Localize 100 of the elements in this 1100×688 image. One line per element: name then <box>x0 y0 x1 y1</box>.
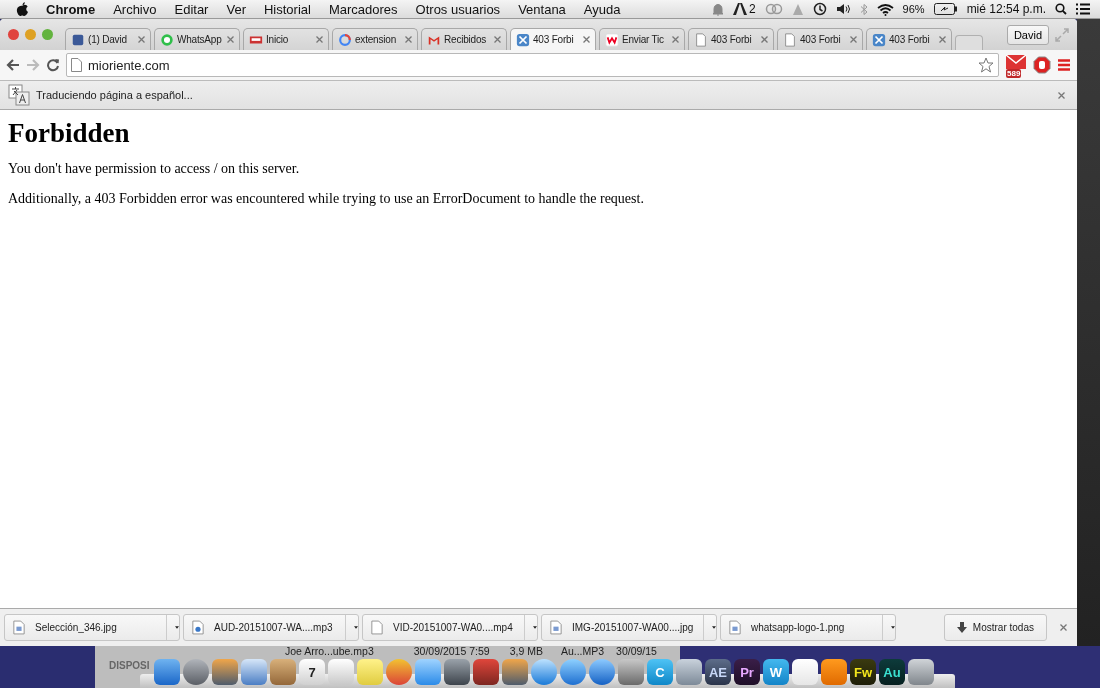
download-item[interactable]: whatsapp-logo-1.png <box>720 614 896 641</box>
caret-icon[interactable] <box>354 626 358 629</box>
error-message: Additionally, a 403 Forbidden error was encountered while trying to use an ErrorDocument to handle the request. <box>8 191 645 207</box>
file-row-cell: 30/09/15 <box>616 645 657 657</box>
clock[interactable]: mié 12:54 p.m. <box>966 2 1046 16</box>
caret-icon[interactable] <box>175 626 179 629</box>
profile-button[interactable]: David <box>1006 24 1049 45</box>
dock-app-icon[interactable] <box>676 659 702 685</box>
favicon-icon <box>71 32 85 47</box>
caret-icon[interactable] <box>891 626 895 629</box>
browser-tab[interactable]: 403 Forbi <box>866 28 952 50</box>
menu-item[interactable]: Otros usuarios <box>406 1 510 17</box>
translate-status: Traduciendo página a español... <box>36 89 193 101</box>
caret-icon[interactable] <box>712 626 716 629</box>
menu-item[interactable]: Archivo <box>104 1 166 17</box>
browser-tab[interactable]: 403 Forbi <box>688 28 774 50</box>
file-icon <box>13 620 25 635</box>
menu-item[interactable]: Chrome <box>37 1 105 17</box>
close-tab-icon[interactable] <box>583 36 590 43</box>
favicon-icon <box>872 32 886 47</box>
browser-tab[interactable]: Recibidos <box>421 28 507 50</box>
browser-tab[interactable]: 403 Forbi <box>777 28 863 50</box>
volume-icon[interactable] <box>835 3 851 15</box>
menu-item[interactable]: Ayuda <box>574 1 630 17</box>
zoom-window-button[interactable] <box>42 29 53 40</box>
close-tab-icon[interactable] <box>494 36 501 43</box>
dock-app-icon[interactable]: Fw <box>850 659 876 685</box>
dock-app-icon[interactable] <box>444 659 470 685</box>
minimize-window-button[interactable] <box>25 29 36 40</box>
browser-tab[interactable]: Enviar Tic <box>599 28 685 50</box>
close-tab-icon[interactable] <box>316 36 323 43</box>
download-item[interactable]: Selección_346.jpg <box>4 614 180 641</box>
stop-hand-icon[interactable] <box>1033 56 1051 74</box>
menu-item[interactable]: Editar <box>165 1 218 17</box>
file-row-cell: 3,9 MB <box>509 645 543 657</box>
download-item[interactable]: VID-20151007-WA0....mp4 <box>362 614 538 641</box>
dock-app-icon[interactable] <box>241 659 267 685</box>
close-tab-icon[interactable] <box>850 36 857 43</box>
favicon-icon <box>338 32 352 47</box>
browser-tab[interactable]: WhatsApp <box>154 28 240 50</box>
wifi-icon[interactable] <box>876 2 894 16</box>
close-tab-icon[interactable] <box>672 36 679 43</box>
browser-tab[interactable]: 403 Forbi <box>510 28 596 50</box>
browser-tab[interactable]: Inicio <box>243 28 329 50</box>
caret-icon[interactable] <box>533 626 537 629</box>
close-icon[interactable] <box>1060 624 1067 631</box>
menu-item[interactable]: Ver <box>217 1 255 17</box>
close-tab-icon[interactable] <box>405 36 412 43</box>
download-item[interactable]: AUD-20151007-WA....mp3 <box>183 614 359 641</box>
bell-icon[interactable] <box>711 2 724 16</box>
menu-item[interactable]: Ventana <box>509 1 575 17</box>
adobe-icon[interactable] <box>732 3 747 15</box>
close-icon[interactable] <box>1058 91 1065 99</box>
dock-app-icon[interactable] <box>792 659 818 685</box>
dock-app-icon[interactable] <box>154 659 180 685</box>
dock-app-icon[interactable]: Pr <box>734 659 760 685</box>
sidebar-heading: DISPOSI <box>109 660 150 671</box>
close-tab-icon[interactable] <box>227 36 234 43</box>
dock-app-icon[interactable]: Au <box>879 659 905 685</box>
back-arrow-icon[interactable] <box>6 58 20 72</box>
apple-logo-icon[interactable] <box>16 1 29 17</box>
close-tab-icon[interactable] <box>138 36 145 43</box>
menu-item[interactable]: Marcadores <box>319 1 407 17</box>
star-icon[interactable] <box>978 57 994 73</box>
forward-arrow-icon[interactable] <box>26 58 40 72</box>
search-icon[interactable] <box>1055 3 1067 15</box>
close-tab-icon[interactable] <box>939 36 946 43</box>
notification-count: 2 <box>748 2 756 16</box>
browser-tab[interactable]: (1) David <box>65 28 151 50</box>
show-all-button[interactable]: Mostrar todas <box>943 614 1047 641</box>
file-icon <box>371 620 383 635</box>
list-icon[interactable] <box>1076 3 1090 15</box>
dock-app-icon[interactable]: AE <box>705 659 731 685</box>
dock-app-icon[interactable] <box>270 659 296 685</box>
close-window-button[interactable] <box>8 29 19 40</box>
dock-app-icon[interactable] <box>618 659 644 685</box>
file-row-cell: 30/09/2015 7:59 <box>413 645 490 657</box>
error-message: You don't have permission to access / on this server. <box>8 161 301 177</box>
battery-percent: 96% <box>902 3 925 15</box>
dock-app-icon[interactable]: 7 <box>299 659 325 685</box>
dock-app-icon[interactable] <box>415 659 441 685</box>
file-row-cell: Joe Arro...ube.mp3 <box>285 645 374 657</box>
close-tab-icon[interactable] <box>761 36 768 43</box>
menu-item[interactable]: Historial <box>254 1 320 17</box>
reload-icon[interactable] <box>46 58 60 72</box>
dock-app-icon[interactable] <box>502 659 528 685</box>
page-icon <box>71 58 82 72</box>
favicon-icon <box>694 32 708 47</box>
bluetooth-icon[interactable] <box>859 2 868 16</box>
dock-app-icon[interactable] <box>212 659 238 685</box>
menu-icon[interactable] <box>1057 58 1071 72</box>
dock-app-icon[interactable] <box>908 659 934 685</box>
address-bar[interactable]: mioriente.com <box>66 53 999 77</box>
fullscreen-icon[interactable] <box>1055 27 1069 42</box>
dock-app-icon[interactable] <box>821 659 847 685</box>
browser-tab[interactable]: extension <box>332 28 418 50</box>
battery-icon[interactable] <box>933 3 958 15</box>
favicon-icon <box>605 32 619 47</box>
dock-app-icon[interactable] <box>473 659 499 685</box>
download-item[interactable]: IMG-20151007-WA00....jpg <box>541 614 717 641</box>
